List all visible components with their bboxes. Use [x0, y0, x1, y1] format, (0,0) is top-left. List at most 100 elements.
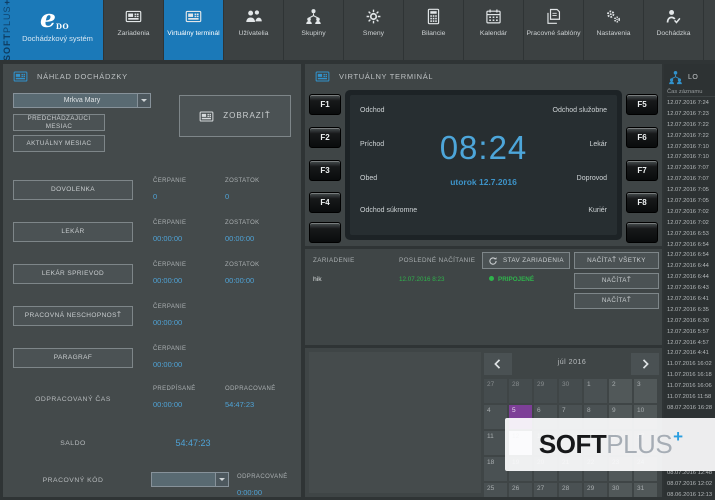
- log-row: 08.06.2016 12:13: [667, 490, 715, 497]
- terminal-action-label: Odchod súkromne: [360, 207, 417, 214]
- benefit-button-paragraf[interactable]: PARAGRAF: [13, 348, 133, 368]
- log-row: 12.07.2016 7:23: [667, 109, 715, 120]
- work-code-select[interactable]: [151, 472, 229, 487]
- calendar-day[interactable]: 27: [484, 379, 507, 403]
- calendar-day[interactable]: 29: [584, 483, 607, 497]
- fkey-f8[interactable]: F8: [626, 192, 658, 213]
- calendar-day[interactable]: 28: [509, 379, 532, 403]
- app-root: SOFTPLUS+ eDO Dochádzkový systém Zariade…: [0, 0, 715, 500]
- calendar-day[interactable]: 27: [534, 483, 557, 497]
- tab-zariadenia[interactable]: Zariadenia: [103, 0, 163, 60]
- device-status-value: PRIPOJENÉ: [498, 276, 534, 283]
- log-col-header: Čas záznamu: [667, 89, 715, 97]
- terminal-action-label: Lekár: [589, 141, 607, 148]
- work-code-value: 0:00:00: [237, 488, 262, 497]
- tab-uzivatelia[interactable]: Užívatelia: [223, 0, 283, 60]
- read-all-button[interactable]: NAČÍTAŤ VŠETKY: [574, 252, 659, 269]
- device-icon: [125, 8, 142, 25]
- fkey-blank[interactable]: [309, 222, 341, 243]
- tab-label: Pracovné šablóny: [524, 30, 582, 39]
- brand-vertical-bold: SOFT: [2, 33, 12, 60]
- calendar-day[interactable]: 25: [484, 483, 507, 497]
- col-value: 00:00:00: [153, 276, 182, 285]
- log-row: 08.07.2016 16:28: [667, 403, 715, 414]
- calendar-day[interactable]: 30: [559, 379, 582, 403]
- log-row: 12.07.2016 7:24: [667, 98, 715, 109]
- app-title: Dochádzkový systém: [14, 34, 101, 44]
- calendar-prev-button[interactable]: [484, 353, 512, 375]
- balance-icon: [425, 8, 442, 25]
- calendar-next-button[interactable]: [631, 353, 659, 375]
- tab-bilancie[interactable]: Bilancie: [403, 0, 463, 60]
- fkey-f5[interactable]: F5: [626, 94, 658, 115]
- caret-down-icon: [137, 94, 150, 107]
- edo-logo: eDO: [40, 4, 69, 33]
- employee-select[interactable]: Mrkva Mary: [13, 93, 151, 108]
- calendar-icon: [485, 8, 502, 25]
- calendar-day[interactable]: 4: [484, 405, 507, 429]
- col-value: 00:00:00: [153, 318, 182, 327]
- terminal-action-label: Kuriér: [588, 207, 607, 214]
- show-button-label: ZOBRAZIŤ: [223, 111, 271, 121]
- tab-label: Bilancie: [420, 30, 448, 39]
- col-label: ZOSTATOK: [225, 262, 260, 268]
- benefit-button-dovolenka[interactable]: DOVOLENKA: [13, 180, 133, 200]
- tab-smeny[interactable]: Smeny: [343, 0, 403, 60]
- fkey-f7[interactable]: F7: [626, 160, 658, 181]
- softplus-watermark: SOFT PLUS +: [505, 418, 715, 471]
- device-name: hik: [313, 276, 322, 283]
- show-button[interactable]: ZOBRAZIŤ: [179, 95, 291, 137]
- tab-kalendar[interactable]: Kalendár: [463, 0, 523, 60]
- current-month-button[interactable]: AKTUÁLNY MESIAC: [13, 135, 105, 152]
- saldo-value: 54:47:23: [153, 438, 233, 448]
- fkey-f3[interactable]: F3: [309, 160, 341, 181]
- benefit-button-lekar[interactable]: LEKÁR: [13, 222, 133, 242]
- tab-dochadzka[interactable]: Dochádzka: [643, 0, 703, 60]
- terminal-icon: [315, 69, 330, 84]
- log-row: 11.07.2016 16:18: [667, 370, 715, 381]
- tab-pracovne-sablony[interactable]: Pracovné šablóny: [523, 0, 583, 60]
- tab-bar: ZariadeniaVirtuálny terminálUžívatelia Sk…: [103, 0, 715, 60]
- calendar-day[interactable]: 26: [509, 483, 532, 497]
- fkey-f6[interactable]: F6: [626, 127, 658, 148]
- brand-block: SOFTPLUS+ eDO Dochádzkový systém: [0, 0, 103, 60]
- calendar-day[interactable]: 1: [584, 379, 607, 403]
- calendar-day[interactable]: 2: [609, 379, 632, 403]
- calendar-day[interactable]: 30: [609, 483, 632, 497]
- calendar-day[interactable]: 3: [634, 379, 657, 403]
- tab-prehlady[interactable]: Prehľady: [703, 0, 715, 60]
- device-status: PRIPOJENÉ: [489, 276, 534, 283]
- read-device-button[interactable]: NAČÍTAŤ: [574, 293, 659, 309]
- device-status-label: STAV ZARIADENIA: [503, 257, 564, 265]
- device-status-button[interactable]: STAV ZARIADENIA: [482, 252, 570, 269]
- tab-nastavenia[interactable]: Nastavenia: [583, 0, 643, 60]
- tab-label: Kalendár: [478, 30, 509, 39]
- device-last-read: 12.07.2016 8:23: [399, 276, 445, 283]
- tab-skupiny[interactable]: Skupiny: [283, 0, 343, 60]
- read-device-button[interactable]: NAČÍTAŤ: [574, 273, 659, 289]
- calendar-day[interactable]: 11: [484, 431, 507, 455]
- fkey-f1[interactable]: F1: [309, 94, 341, 115]
- col-label: ČERPANIE: [153, 346, 186, 352]
- calendar-day[interactable]: 28: [559, 483, 582, 497]
- log-row: 12.07.2016 6:44: [667, 261, 715, 272]
- fkey-f4[interactable]: F4: [309, 192, 341, 213]
- benefit-button-lekar-sprievod[interactable]: LEKÁR SPRIEVOD: [13, 264, 133, 284]
- col-label: ČERPANIE: [153, 262, 186, 268]
- tab-label: Skupiny: [299, 30, 327, 39]
- worked-label: ODPRACOVANÉ: [225, 386, 276, 392]
- prescribed-value: 00:00:00: [153, 400, 182, 409]
- fkey-f2[interactable]: F2: [309, 127, 341, 148]
- keypad-icon: [13, 69, 28, 84]
- benefit-button-pracovna-neschopnost[interactable]: PRACOVNÁ NESCHOPNOSŤ: [13, 306, 133, 326]
- tab-virtualny-terminal[interactable]: Virtuálny terminál: [163, 0, 223, 60]
- devices-panel: ZARIADENIE POSLEDNÉ NAČÍTANIE STAV ZARIA…: [305, 249, 662, 345]
- terminal-panel-title: VIRTUÁLNY TERMINÁL: [339, 72, 433, 81]
- fkey-blank[interactable]: [626, 222, 658, 243]
- prev-month-button[interactable]: PREDCHÁDZAJÚCI MESIAC: [13, 114, 105, 131]
- log-row: 12.07.2016 4:57: [667, 338, 715, 349]
- refresh-icon: [488, 256, 498, 266]
- calendar-day[interactable]: 18: [484, 457, 507, 481]
- calendar-day[interactable]: 29: [534, 379, 557, 403]
- calendar-day[interactable]: 31: [634, 483, 657, 497]
